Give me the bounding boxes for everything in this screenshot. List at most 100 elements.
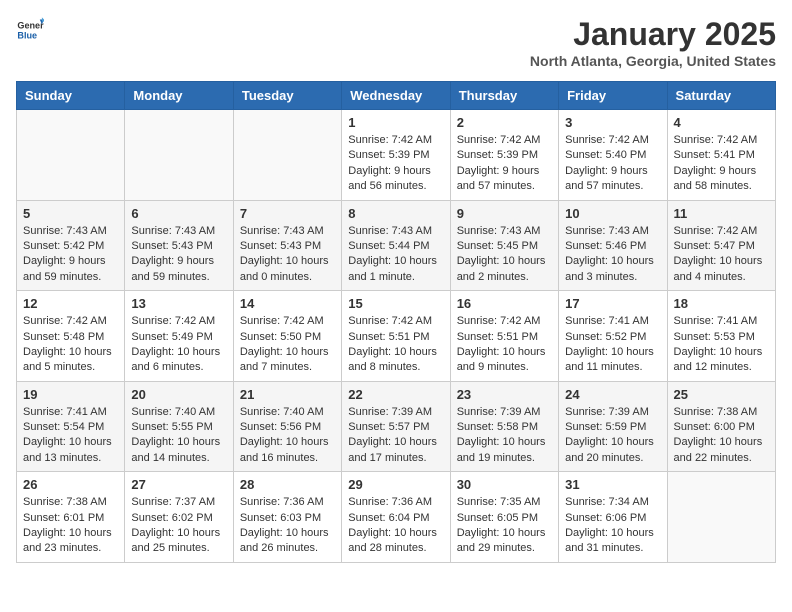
cell-content: Sunrise: 7:41 AM Sunset: 5:54 PM Dayligh… <box>23 405 118 467</box>
cell-content: Sunrise: 7:35 AM Sunset: 6:05 PM Dayligh… <box>457 495 552 557</box>
day-number: 28 <box>240 477 335 492</box>
day-number: 11 <box>674 206 769 221</box>
cell-content: Sunrise: 7:42 AM Sunset: 5:50 PM Dayligh… <box>240 314 335 376</box>
title-section: January 2025 North Atlanta, Georgia, Uni… <box>530 16 776 69</box>
day-number: 21 <box>240 387 335 402</box>
week-row-2: 5 Sunrise: 7:43 AM Sunset: 5:42 PM Daylig… <box>17 200 776 291</box>
day-number: 15 <box>348 296 443 311</box>
calendar-cell: 3Sunrise: 7:42 AM Sunset: 5:40 PM Daylig… <box>559 110 667 201</box>
day-number: 24 <box>565 387 660 402</box>
page-header: General Blue January 2025 North Atlanta,… <box>16 16 776 69</box>
logo-icon: General Blue <box>16 16 44 44</box>
cell-content: Sunrise: 7:43 AM Sunset: 5:43 PM Dayligh… <box>131 224 226 286</box>
week-row-1: 1Sunrise: 7:42 AM Sunset: 5:39 PM Daylig… <box>17 110 776 201</box>
week-row-4: 19Sunrise: 7:41 AM Sunset: 5:54 PM Dayli… <box>17 381 776 472</box>
calendar-cell: 14 Sunrise: 7:42 AM Sunset: 5:50 PM Dayli… <box>233 291 341 382</box>
cell-content: Sunrise: 7:37 AM Sunset: 6:02 PM Dayligh… <box>131 495 226 557</box>
day-number: 23 <box>457 387 552 402</box>
cell-content: Sunrise: 7:43 AM Sunset: 5:46 PM Dayligh… <box>565 224 660 286</box>
calendar-cell: 21 Sunrise: 7:40 AM Sunset: 5:56 PM Dayli… <box>233 381 341 472</box>
calendar-cell: 24 Sunrise: 7:39 AM Sunset: 5:59 PM Dayli… <box>559 381 667 472</box>
calendar-cell: 22 Sunrise: 7:39 AM Sunset: 5:57 PM Dayli… <box>342 381 450 472</box>
day-number: 30 <box>457 477 552 492</box>
day-number: 10 <box>565 206 660 221</box>
calendar-cell: 19Sunrise: 7:41 AM Sunset: 5:54 PM Dayli… <box>17 381 125 472</box>
day-number: 27 <box>131 477 226 492</box>
week-row-3: 12 Sunrise: 7:42 AM Sunset: 5:48 PM Dayli… <box>17 291 776 382</box>
svg-text:General: General <box>17 21 44 31</box>
day-number: 2 <box>457 115 552 130</box>
logo: General Blue <box>16 16 44 44</box>
day-number: 22 <box>348 387 443 402</box>
location: North Atlanta, Georgia, United States <box>530 53 776 69</box>
day-number: 31 <box>565 477 660 492</box>
cell-content: Sunrise: 7:36 AM Sunset: 6:04 PM Dayligh… <box>348 495 443 557</box>
day-header-sunday: Sunday <box>17 82 125 110</box>
svg-text:Blue: Blue <box>17 30 37 40</box>
day-number: 20 <box>131 387 226 402</box>
day-number: 17 <box>565 296 660 311</box>
calendar-cell: 12 Sunrise: 7:42 AM Sunset: 5:48 PM Dayli… <box>17 291 125 382</box>
cell-content: Sunrise: 7:42 AM Sunset: 5:47 PM Dayligh… <box>674 224 769 286</box>
day-header-saturday: Saturday <box>667 82 775 110</box>
calendar-cell <box>17 110 125 201</box>
calendar-cell: 8 Sunrise: 7:43 AM Sunset: 5:44 PM Daylig… <box>342 200 450 291</box>
cell-content: Sunrise: 7:42 AM Sunset: 5:51 PM Dayligh… <box>348 314 443 376</box>
cell-content: Sunrise: 7:40 AM Sunset: 5:55 PM Dayligh… <box>131 405 226 467</box>
calendar-cell: 29Sunrise: 7:36 AM Sunset: 6:04 PM Dayli… <box>342 472 450 563</box>
calendar-cell: 25Sunrise: 7:38 AM Sunset: 6:00 PM Dayli… <box>667 381 775 472</box>
cell-content: Sunrise: 7:43 AM Sunset: 5:43 PM Dayligh… <box>240 224 335 286</box>
day-header-tuesday: Tuesday <box>233 82 341 110</box>
day-header-monday: Monday <box>125 82 233 110</box>
cell-content: Sunrise: 7:42 AM Sunset: 5:48 PM Dayligh… <box>23 314 118 376</box>
calendar-cell: 26 Sunrise: 7:38 AM Sunset: 6:01 PM Dayli… <box>17 472 125 563</box>
day-number: 13 <box>131 296 226 311</box>
day-header-thursday: Thursday <box>450 82 558 110</box>
calendar-cell: 11 Sunrise: 7:42 AM Sunset: 5:47 PM Dayli… <box>667 200 775 291</box>
day-number: 26 <box>23 477 118 492</box>
day-number: 14 <box>240 296 335 311</box>
calendar-cell <box>125 110 233 201</box>
day-number: 5 <box>23 206 118 221</box>
day-number: 4 <box>674 115 769 130</box>
calendar-cell: 23 Sunrise: 7:39 AM Sunset: 5:58 PM Dayli… <box>450 381 558 472</box>
cell-content: Sunrise: 7:42 AM Sunset: 5:41 PM Dayligh… <box>674 133 769 195</box>
day-number: 3 <box>565 115 660 130</box>
cell-content: Sunrise: 7:36 AM Sunset: 6:03 PM Dayligh… <box>240 495 335 557</box>
calendar-cell: 30 Sunrise: 7:35 AM Sunset: 6:05 PM Dayli… <box>450 472 558 563</box>
calendar-cell: 18Sunrise: 7:41 AM Sunset: 5:53 PM Dayli… <box>667 291 775 382</box>
calendar-cell: 17 Sunrise: 7:41 AM Sunset: 5:52 PM Dayli… <box>559 291 667 382</box>
calendar-cell: 31Sunrise: 7:34 AM Sunset: 6:06 PM Dayli… <box>559 472 667 563</box>
cell-content: Sunrise: 7:43 AM Sunset: 5:44 PM Dayligh… <box>348 224 443 286</box>
day-number: 9 <box>457 206 552 221</box>
calendar-cell <box>667 472 775 563</box>
calendar-cell: 20 Sunrise: 7:40 AM Sunset: 5:55 PM Dayli… <box>125 381 233 472</box>
calendar-table: SundayMondayTuesdayWednesdayThursdayFrid… <box>16 81 776 563</box>
day-number: 12 <box>23 296 118 311</box>
day-header-wednesday: Wednesday <box>342 82 450 110</box>
cell-content: Sunrise: 7:42 AM Sunset: 5:51 PM Dayligh… <box>457 314 552 376</box>
calendar-cell: 4 Sunrise: 7:42 AM Sunset: 5:41 PM Daylig… <box>667 110 775 201</box>
cell-content: Sunrise: 7:38 AM Sunset: 6:01 PM Dayligh… <box>23 495 118 557</box>
calendar-cell: 27 Sunrise: 7:37 AM Sunset: 6:02 PM Dayli… <box>125 472 233 563</box>
calendar-cell: 5 Sunrise: 7:43 AM Sunset: 5:42 PM Daylig… <box>17 200 125 291</box>
day-number: 8 <box>348 206 443 221</box>
day-number: 1 <box>348 115 443 130</box>
cell-content: Sunrise: 7:41 AM Sunset: 5:52 PM Dayligh… <box>565 314 660 376</box>
cell-content: Sunrise: 7:39 AM Sunset: 5:57 PM Dayligh… <box>348 405 443 467</box>
calendar-cell: 15 Sunrise: 7:42 AM Sunset: 5:51 PM Dayli… <box>342 291 450 382</box>
month-title: January 2025 <box>530 16 776 53</box>
day-number: 7 <box>240 206 335 221</box>
week-row-5: 26 Sunrise: 7:38 AM Sunset: 6:01 PM Dayli… <box>17 472 776 563</box>
cell-content: Sunrise: 7:40 AM Sunset: 5:56 PM Dayligh… <box>240 405 335 467</box>
cell-content: Sunrise: 7:41 AM Sunset: 5:53 PM Dayligh… <box>674 314 769 376</box>
calendar-cell: 7 Sunrise: 7:43 AM Sunset: 5:43 PM Daylig… <box>233 200 341 291</box>
cell-content: Sunrise: 7:43 AM Sunset: 5:42 PM Dayligh… <box>23 224 118 286</box>
cell-content: Sunrise: 7:39 AM Sunset: 5:59 PM Dayligh… <box>565 405 660 467</box>
cell-content: Sunrise: 7:42 AM Sunset: 5:49 PM Dayligh… <box>131 314 226 376</box>
cell-content: Sunrise: 7:39 AM Sunset: 5:58 PM Dayligh… <box>457 405 552 467</box>
calendar-cell: 10 Sunrise: 7:43 AM Sunset: 5:46 PM Dayli… <box>559 200 667 291</box>
day-number: 6 <box>131 206 226 221</box>
cell-content: Sunrise: 7:43 AM Sunset: 5:45 PM Dayligh… <box>457 224 552 286</box>
calendar-cell: 9 Sunrise: 7:43 AM Sunset: 5:45 PM Daylig… <box>450 200 558 291</box>
